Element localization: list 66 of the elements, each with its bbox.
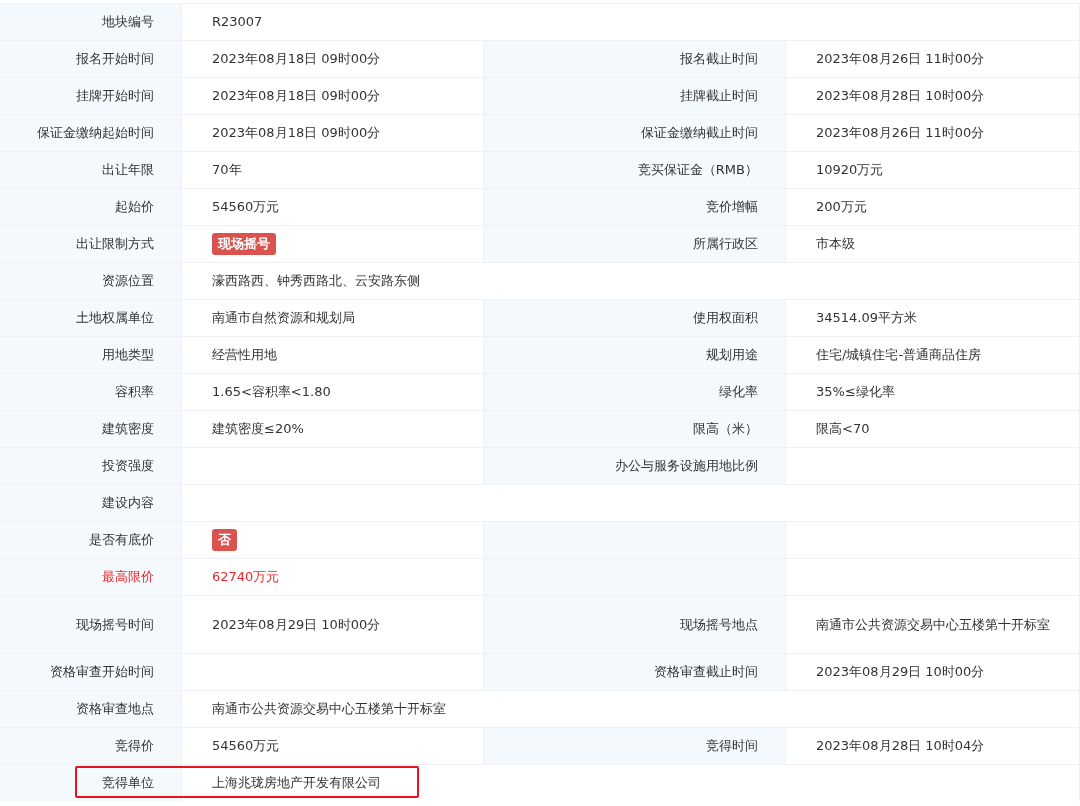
label-cell: 所属行政区 [484, 226, 786, 262]
field-value: 濠西路西、钟秀西路北、云安路东侧 [212, 272, 420, 290]
field-value: 2023年08月26日 11时00分 [816, 124, 985, 142]
field-value: 南通市公共资源交易中心五楼第十开标室 [816, 615, 1050, 634]
label-cell: 竞得时间 [484, 728, 786, 764]
label-cell: 竞价增幅 [484, 189, 786, 225]
label-cell: 用地类型 [0, 337, 182, 373]
label-cell: 投资强度 [0, 448, 182, 484]
label-cell: 竞买保证金（RMB） [484, 152, 786, 188]
field-value: 35%≤绿化率 [816, 383, 895, 401]
label-cell: 地块编号 [0, 4, 182, 40]
label-cell: 是否有底价 [0, 522, 182, 558]
label-cell: 报名开始时间 [0, 41, 182, 77]
label-cell: 绿化率 [484, 374, 786, 410]
label-cell: 资源位置 [0, 263, 182, 299]
field-value: 南通市公共资源交易中心五楼第十开标室 [212, 700, 446, 718]
label-cell: 保证金缴纳起始时间 [0, 115, 182, 151]
label-cell: 竞得价 [0, 728, 182, 764]
label-cell: 建筑密度 [0, 411, 182, 447]
label-cell: 使用权面积 [484, 300, 786, 336]
field-value: 34514.09平方米 [816, 309, 918, 327]
label-cell: 资格审查地点 [0, 691, 182, 727]
field-value: 2023年08月18日 09时00分 [212, 87, 381, 105]
field-value: 200万元 [816, 198, 867, 216]
label-cell: 出让年限 [0, 152, 182, 188]
field-value: 62740万元 [212, 568, 280, 586]
status-tag: 否 [212, 529, 237, 551]
field-value: 10920万元 [816, 161, 884, 179]
field-value: R23007 [212, 13, 263, 31]
label-cell: 起始价 [0, 189, 182, 225]
field-value: 54560万元 [212, 198, 280, 216]
label-cell: 土地权属单位 [0, 300, 182, 336]
label-cell: 保证金缴纳截止时间 [484, 115, 786, 151]
field-value: 54560万元 [212, 737, 280, 755]
field-value: 住宅/城镇住宅-普通商品住房 [816, 346, 982, 364]
label-cell: 规划用途 [484, 337, 786, 373]
label-cell: 限高（米） [484, 411, 786, 447]
field-value: 经营性用地 [212, 346, 277, 364]
label-cell: 建设内容 [0, 485, 182, 521]
label-cell: 挂牌截止时间 [484, 78, 786, 114]
field-value: 2023年08月29日 10时00分 [816, 663, 985, 681]
field-value: 2023年08月18日 09时00分 [212, 124, 381, 142]
field-value: 上海兆珑房地产开发有限公司 [212, 774, 381, 792]
label-cell: 资格审查开始时间 [0, 654, 182, 690]
label-cell: 竞得单位 [0, 765, 182, 801]
field-value: 2023年08月26日 11时00分 [816, 50, 985, 68]
field-value: 限高<70 [816, 420, 870, 438]
field-value: 2023年08月29日 10时00分 [212, 615, 381, 634]
field-value: 1.65<容积率<1.80 [212, 383, 331, 401]
field-value: 市本级 [816, 235, 855, 253]
label-cell: 现场摇号时间 [0, 596, 182, 653]
label-cell: 现场摇号地点 [484, 596, 786, 653]
label-cell: 办公与服务设施用地比例 [484, 448, 786, 484]
status-tag: 现场摇号 [212, 233, 276, 255]
field-value: 70年 [212, 161, 242, 179]
label-cell: 资格审查截止时间 [484, 654, 786, 690]
label-cell: 容积率 [0, 374, 182, 410]
field-value: 南通市自然资源和规划局 [212, 309, 355, 327]
label-cell: 出让限制方式 [0, 226, 182, 262]
label-cell: 挂牌开始时间 [0, 78, 182, 114]
label-cell: 最高限价 [0, 559, 182, 595]
field-value: 建筑密度≤20% [212, 420, 304, 438]
field-value: 2023年08月28日 10时04分 [816, 737, 985, 755]
field-value: 2023年08月18日 09时00分 [212, 50, 381, 68]
field-value: 2023年08月28日 10时00分 [816, 87, 985, 105]
label-cell: 报名截止时间 [484, 41, 786, 77]
